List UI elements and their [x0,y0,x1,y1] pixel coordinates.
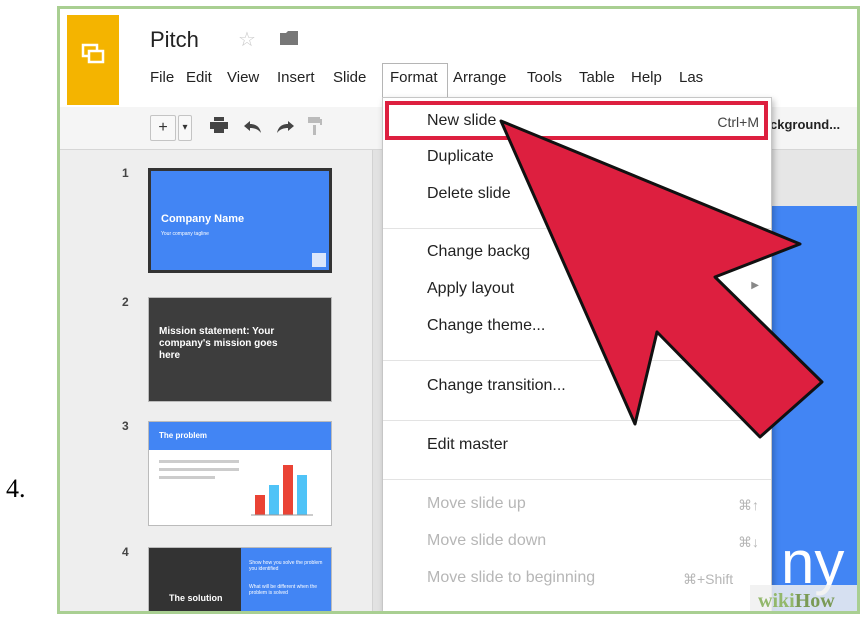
step-number: 4. [6,474,26,503]
screenshot-frame: Pitch ☆ File Edit View Insert Slide Form… [57,6,860,614]
wikihow-watermark: wikiHow [750,585,857,611]
pointer-arrow-icon [499,119,824,439]
